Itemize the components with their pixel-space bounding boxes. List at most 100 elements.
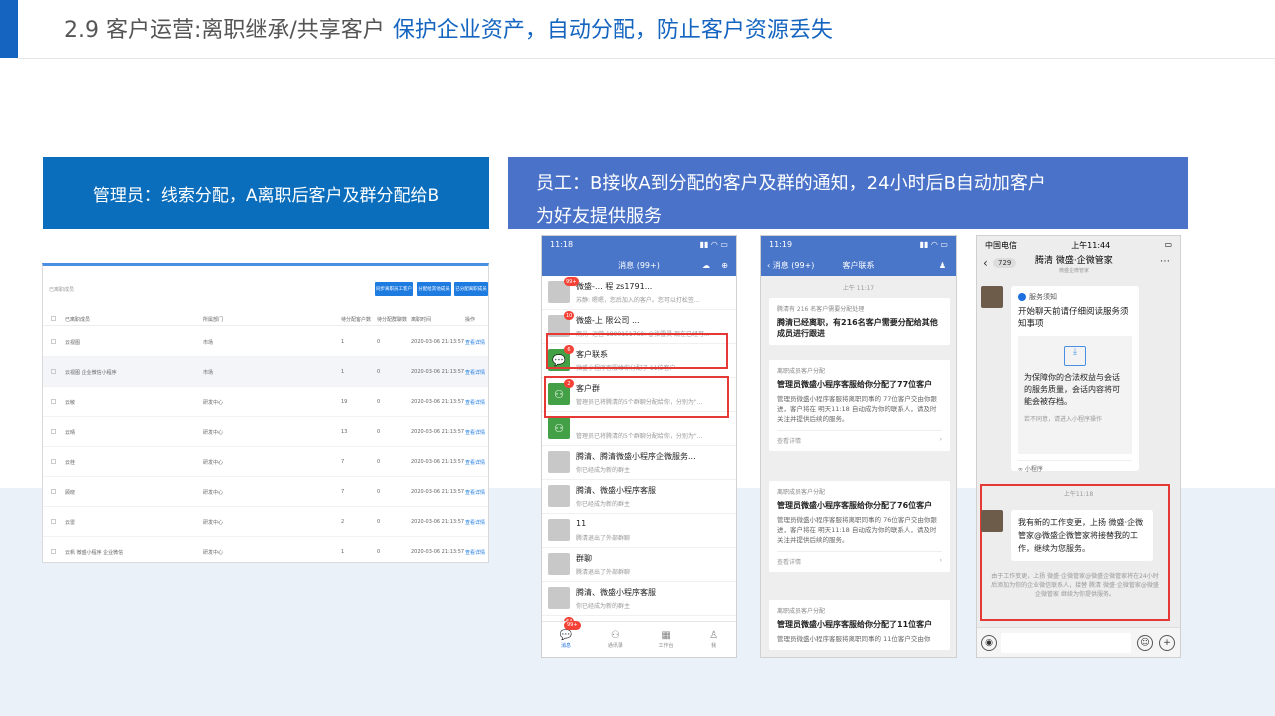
conversation-preview: 管理员已将腾清的5个群聊分配给你，分别为"... (576, 433, 703, 440)
voice-icon[interactable]: ◉ (981, 635, 997, 651)
plus-icon[interactable]: + (1159, 635, 1175, 651)
conversation-item[interactable]: 11 腾清退出了外部群聊 (542, 514, 736, 548)
view-details-row[interactable]: 查看详情 › (777, 430, 942, 445)
card-body: 管理员微盛小程序客服将离职同事的 76位客户交由你跟进，客户将在 明天11:18… (777, 516, 937, 544)
table-cell: 2020-03-06 21:13:57 (411, 369, 465, 375)
carrier: 中国电信 (985, 241, 1017, 250)
col-time: 离职时间 (411, 317, 432, 323)
handover-message: 我有新的工作变更，上扬 微盛·企微管家@微盛企微管家将接替我的工作，继续为您服务… (1011, 510, 1153, 561)
add-icon[interactable]: ⊕ (721, 261, 728, 270)
assigned-members-button[interactable]: 已分配离职成员 (454, 282, 488, 296)
service-notice-card[interactable]: 服务须知 开始聊天前请仔细阅读服务须知事项 ⤓ 为保障你的合法权益与会话的服务质… (1011, 286, 1139, 473)
table-row: 云视图 企业微信小程序 市场 1 0 2020-03-06 21:13:57 查看详情 (43, 357, 488, 387)
chat-header: ‹ 729 腾清 微盛·企微管家 微盛企微管家 ⋯ (977, 250, 1180, 282)
highlight-customer-contact (546, 333, 728, 369)
row-checkbox[interactable] (51, 519, 56, 524)
departure-card[interactable]: 腾清有 216 名客户需要分配处理 腾清已经离职，有216名客户需要分配给其他成… (769, 298, 950, 345)
timestamp: 上午11:18 (1063, 491, 1094, 498)
table-cell: 云雷 (65, 520, 76, 526)
view-details-link[interactable]: 查看详情 (465, 489, 485, 496)
profile-icon[interactable]: ♟ (939, 261, 946, 270)
tab-me[interactable]: ♙ 我 (709, 630, 718, 649)
conversation-item[interactable]: 腾清、微盛小程序客服 你已经成为新的群主 (542, 582, 736, 616)
tab-workbench[interactable]: ▦ 工作台 (659, 630, 674, 649)
row-checkbox[interactable] (51, 489, 56, 494)
conversation-item[interactable]: 腾清、腾清微盛小程序企微服务... 你已经成为新的群主 (542, 446, 736, 480)
view-details-link[interactable]: 查看详情 (465, 369, 485, 376)
view-details-link[interactable]: 查看详情 (465, 549, 485, 556)
status-time: 上午11:44 (1071, 241, 1111, 250)
sync-departed-button[interactable]: 同步离职员工客户 (375, 282, 413, 296)
conversation-title: 11 (576, 519, 587, 528)
person-icon: ♙ (709, 630, 719, 641)
select-all-checkbox[interactable] (51, 316, 56, 321)
table-cell: 1 (341, 549, 345, 555)
notice-link[interactable]: 若不同意，请进入小程序操作 (1024, 414, 1126, 423)
row-checkbox[interactable] (51, 429, 56, 434)
emoji-icon[interactable]: ☺ (1137, 635, 1153, 651)
cloud-icon[interactable]: ☁ (702, 261, 710, 270)
view-details-row[interactable]: 查看详情 › (777, 551, 942, 566)
accent-bar (0, 0, 18, 58)
table-cell: 13 (341, 429, 348, 435)
more-icon[interactable]: ⋯ (1160, 256, 1170, 267)
table-cell: 研发中心 (203, 520, 224, 526)
table-cell: 市场 (203, 370, 214, 376)
row-checkbox[interactable] (51, 399, 56, 404)
card-label: 离职成员客户分配 (777, 608, 826, 615)
back-icon[interactable]: ‹ (983, 256, 988, 270)
avatar (548, 485, 570, 507)
view-details-link[interactable]: 查看详情 (465, 519, 485, 526)
admin-table-screenshot: 已离职成员 同步离职员工客户 分配给其他成员 已分配离职成员 已离职成员 所属部… (42, 263, 489, 563)
back-link[interactable]: ‹ 消息 (99+) (767, 260, 814, 271)
table-row: 云敏 研发中心 19 0 2020-03-06 21:13:57 查看详情 (43, 387, 488, 417)
link-icon: ∞ (1018, 466, 1023, 473)
tab-label: 我 (711, 643, 717, 649)
table-cell: 0 (377, 339, 381, 345)
table-cell: 研发中心 (203, 550, 224, 556)
row-checkbox[interactable] (51, 459, 56, 464)
view-details-link[interactable]: 查看详情 (465, 459, 485, 466)
table-cell: 市场 (203, 340, 214, 346)
col-action: 操作 (465, 317, 476, 323)
conversation-item[interactable]: 微盛-… 程 zs1791... 苏静: 嗯嗯，您后加入的客户。您可以打松签...… (542, 276, 736, 310)
conversation-preview: 你已经成为新的群主 (576, 501, 631, 508)
assign-to-others-button[interactable]: 分配给其他成员 (417, 282, 451, 296)
table-cell: 0 (377, 459, 381, 465)
status-bar: 11:18 ▮▮ ◠ ▭ (542, 236, 736, 254)
conversation-item[interactable]: 腾清、微盛小程序客服 你已经成为新的群主 (542, 480, 736, 514)
signal-icon: ▮▮ ◠ ▭ (919, 240, 948, 249)
chevron-right-icon: › (939, 436, 942, 443)
timestamp: 上午 11:17 (842, 285, 875, 292)
row-checkbox[interactable] (51, 369, 56, 374)
nav-bar: ‹ 消息 (99+) 客户联系 ♟ (761, 254, 956, 276)
table-cell: 2020-03-06 21:13:57 (411, 459, 465, 465)
table-cell: 19 (341, 399, 348, 405)
highlight-customer-group (544, 376, 729, 418)
assignment-card[interactable]: 离职成员客户分配 管理员微盛小程序客服给你分配了76位客户 管理员微盛小程序客服将离… (769, 481, 950, 572)
table-cell: 2 (341, 519, 345, 525)
unread-count[interactable]: 729 (993, 258, 1017, 268)
table-cell: 0 (377, 519, 381, 525)
assignment-card[interactable]: 离职成员客户分配 管理员微盛小程序客服给你分配了11位客户 管理员微盛小程序客服将离… (769, 600, 950, 650)
view-details-link[interactable]: 查看详情 (465, 399, 485, 406)
col-customers: 待分配客户数 (341, 317, 372, 323)
view-details-link[interactable]: 查看详情 (465, 339, 485, 346)
table-cell: 2020-03-06 21:13:57 (411, 339, 465, 345)
conversation-item[interactable]: 群聊 腾清退出了外部群聊 (542, 548, 736, 582)
table-cell: 2020-03-06 21:13:57 (411, 549, 465, 555)
row-checkbox[interactable] (51, 339, 56, 344)
conversation-preview: 腾清退出了外部群聊 (576, 569, 631, 576)
table-header: 已离职成员 所属部门 待分配客户数 待分配群聊数 离职时间 操作 (43, 312, 488, 326)
card-body: 管理员微盛小程序客服将离职同事的 77位客户交由你跟进，客户将在 明天11:18… (777, 395, 937, 423)
tab-messages[interactable]: 💬 消息 (560, 630, 572, 649)
row-checkbox[interactable] (51, 549, 56, 554)
view-details-link[interactable]: 查看详情 (465, 429, 485, 436)
tab-contacts[interactable]: ⚇ 通讯录 (608, 630, 623, 649)
card-title: 管理员微盛小程序客服给你分配了11位客户 (777, 620, 933, 629)
table-cell: 云视图 企业微信小程序 (65, 370, 117, 376)
assignment-card[interactable]: 离职成员客户分配 管理员微盛小程序客服给你分配了77位客户 管理员微盛小程序客服将离… (769, 360, 950, 451)
notice-title: 开始聊天前请仔细阅读服务须知事项 (1018, 307, 1129, 329)
message-input[interactable] (1001, 633, 1131, 653)
chevron-right-icon: › (939, 557, 942, 564)
